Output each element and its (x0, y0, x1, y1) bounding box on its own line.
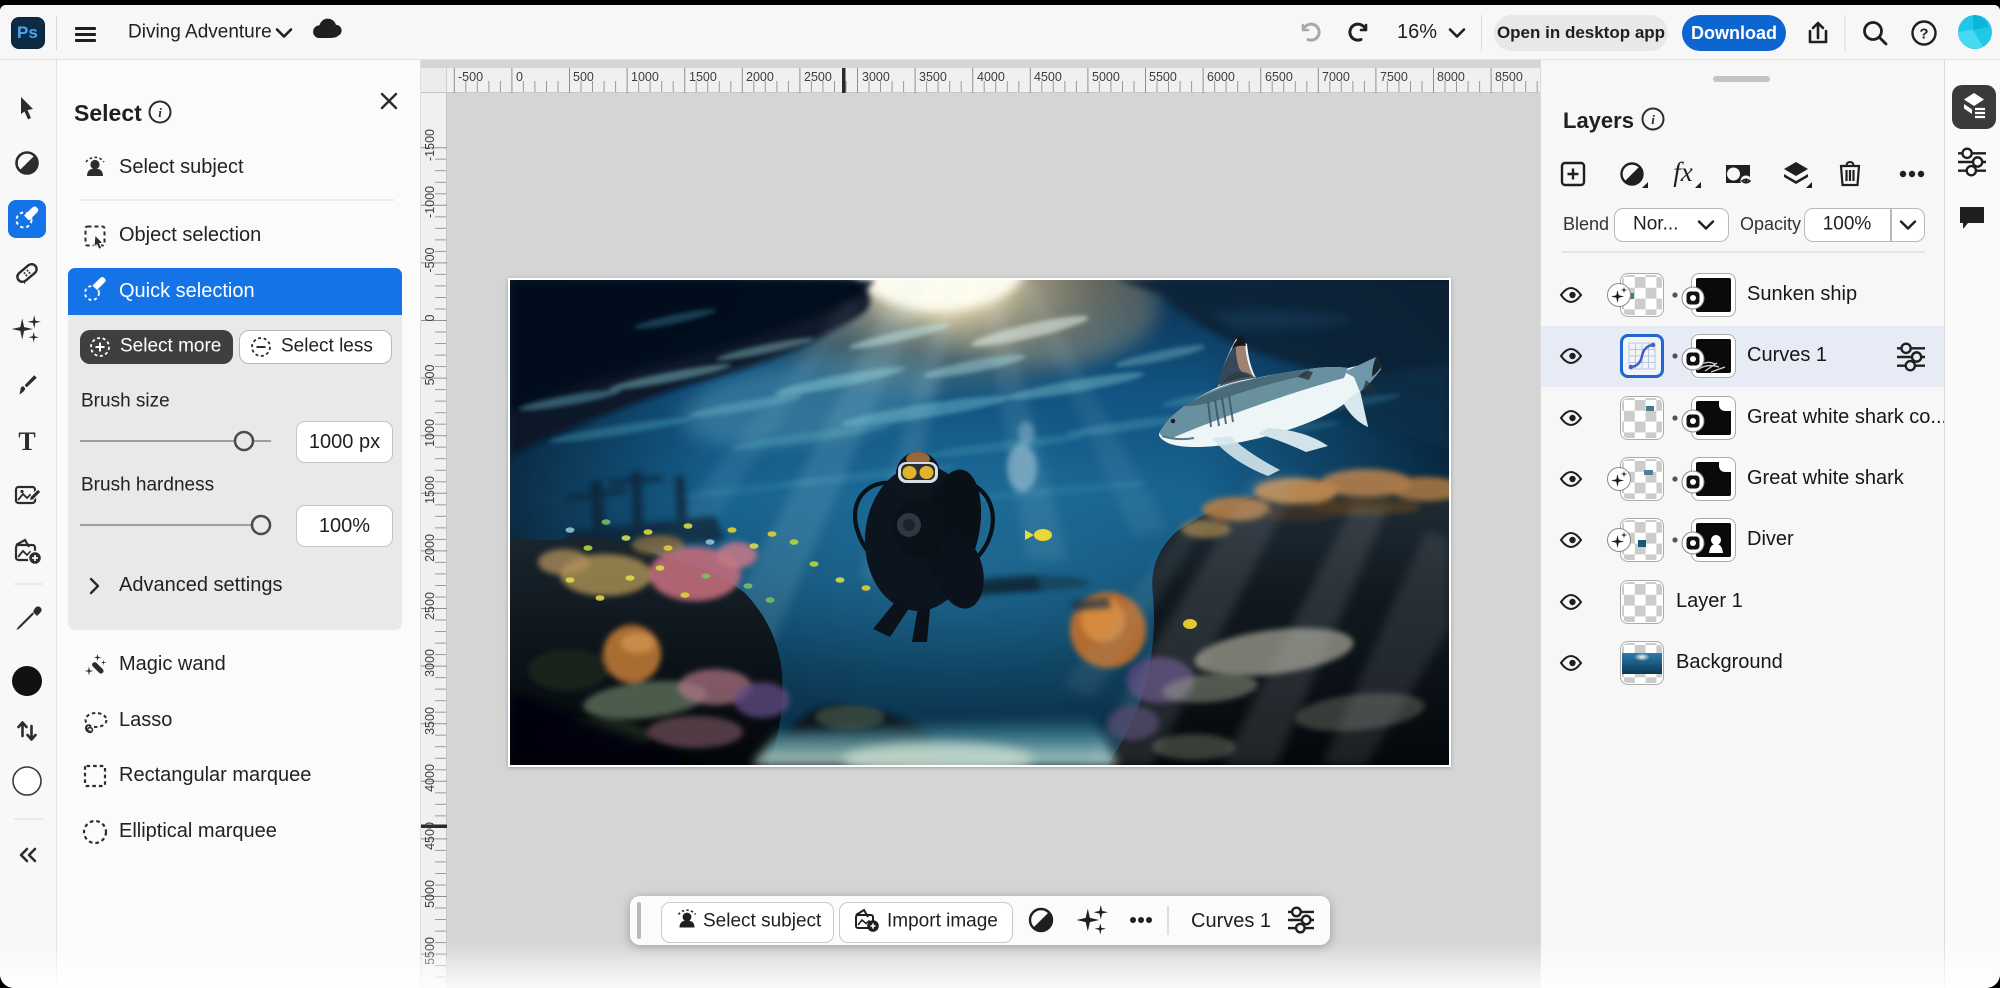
svg-text:2000: 2000 (423, 534, 437, 562)
svg-text:-1500: -1500 (423, 129, 437, 161)
svg-text:2500: 2500 (804, 70, 832, 84)
svg-text:5500: 5500 (1149, 70, 1177, 84)
svg-text:4000: 4000 (423, 764, 437, 792)
svg-text:0: 0 (516, 70, 523, 84)
svg-text:1000: 1000 (423, 419, 437, 447)
svg-text:6000: 6000 (1207, 70, 1235, 84)
svg-text:-500: -500 (423, 247, 437, 272)
svg-text:8000: 8000 (1437, 70, 1465, 84)
svg-text:5000: 5000 (423, 880, 437, 908)
svg-text:500: 500 (573, 70, 594, 84)
svg-text:500: 500 (423, 365, 437, 386)
svg-text:7500: 7500 (1380, 70, 1408, 84)
svg-text:1000: 1000 (631, 70, 659, 84)
svg-text:1500: 1500 (689, 70, 717, 84)
svg-text:1500: 1500 (423, 476, 437, 504)
svg-text:?: ? (1919, 26, 1928, 43)
svg-text:2500: 2500 (423, 592, 437, 620)
svg-text:6500: 6500 (1265, 70, 1293, 84)
svg-text:-1000: -1000 (423, 186, 437, 218)
svg-text:4500: 4500 (1034, 70, 1062, 84)
svg-text:0: 0 (423, 314, 437, 321)
svg-text:5500: 5500 (423, 937, 437, 965)
svg-text:3000: 3000 (862, 70, 890, 84)
svg-text:4000: 4000 (977, 70, 1005, 84)
svg-text:3000: 3000 (423, 649, 437, 677)
svg-text:2000: 2000 (746, 70, 774, 84)
svg-text:T: T (18, 427, 35, 456)
svg-text:4500: 4500 (423, 822, 437, 850)
svg-text:7000: 7000 (1322, 70, 1350, 84)
svg-text:3500: 3500 (423, 707, 437, 735)
svg-text:3500: 3500 (919, 70, 947, 84)
svg-text:5000: 5000 (1092, 70, 1120, 84)
svg-text:-500: -500 (458, 70, 483, 84)
svg-text:8500: 8500 (1495, 70, 1523, 84)
